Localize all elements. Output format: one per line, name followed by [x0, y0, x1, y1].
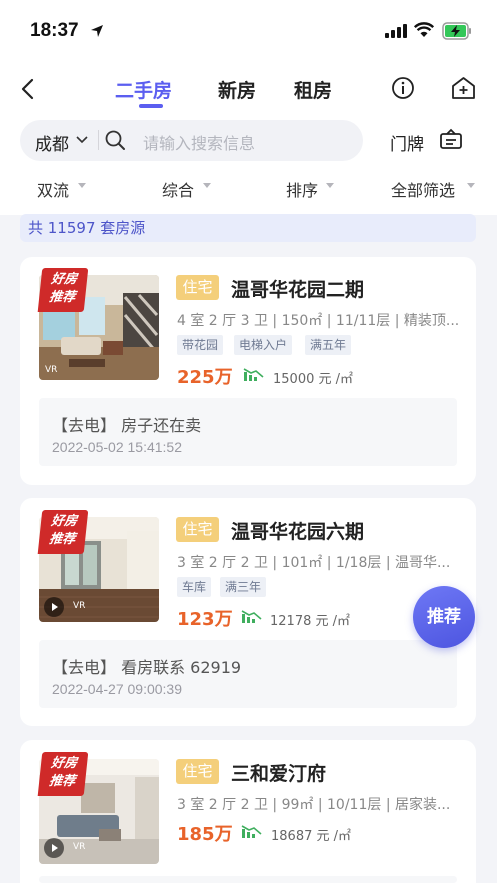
play-video-icon[interactable]	[44, 838, 64, 858]
battery-charging-icon	[442, 22, 471, 40]
note-text: 【去电】 房子还在卖	[52, 416, 202, 435]
caret-down-icon	[78, 183, 86, 188]
note-date: 2022-04-27 09:00:39	[52, 681, 182, 697]
feature-tag: 带花园	[177, 335, 224, 355]
filter-all[interactable]: 全部筛选	[391, 177, 455, 201]
recommend-button[interactable]: 推荐	[413, 586, 475, 648]
caret-down-icon	[326, 183, 334, 188]
status-time: 18:37	[30, 20, 79, 41]
listing-description: 4 室 2 厅 3 卫 | 150㎡ | 11/11层 | 精装顶...	[177, 313, 460, 329]
badge-line-2: 推荐	[48, 532, 76, 547]
caret-down-icon	[467, 183, 475, 188]
badge-line-1: 好房	[50, 514, 78, 529]
good-house-badge: 好房 推荐	[37, 268, 89, 312]
caret-down-icon	[203, 183, 211, 188]
badge-line-1: 好房	[50, 756, 78, 771]
price-trend-icon	[243, 368, 264, 381]
search-divider	[98, 130, 99, 150]
play-video-icon[interactable]	[44, 597, 64, 617]
listing-price: 185万	[177, 824, 233, 845]
listing-title: 温哥华花园六期	[231, 521, 365, 543]
info-icon[interactable]	[391, 76, 415, 100]
feature-tag: 车库	[177, 577, 212, 597]
door-number-button[interactable]: 门牌	[390, 130, 424, 155]
filter-order[interactable]: 排序	[286, 177, 318, 201]
unit-price: 18687 元 /㎡	[271, 829, 351, 844]
good-house-badge: 好房 推荐	[37, 510, 89, 554]
location-arrow-icon	[91, 25, 103, 37]
feature-tag: 满五年	[305, 335, 352, 355]
property-type-tag: 住宅	[176, 759, 219, 784]
tab-new-house[interactable]: 新房	[218, 76, 256, 103]
door-plate-icon[interactable]	[439, 127, 463, 151]
tab-second-hand[interactable]: 二手房	[115, 76, 172, 103]
search-input[interactable]: 请输入搜索信息	[143, 130, 255, 154]
feature-tag: 电梯入户	[234, 335, 293, 355]
listing-description: 3 室 2 厅 2 卫 | 101㎡ | 1/18层 | 温哥华...	[177, 555, 451, 571]
listing-count: 共 11597 套房源	[28, 219, 146, 237]
unit-price: 15000 元 /㎡	[273, 372, 353, 387]
active-tab-indicator	[139, 104, 163, 108]
listing-title: 三和爱汀府	[231, 763, 327, 785]
vr-label: VR	[73, 842, 86, 852]
city-selector[interactable]: 成都	[35, 130, 69, 155]
home-add-icon[interactable]	[450, 75, 477, 101]
price-trend-icon	[241, 610, 262, 623]
vr-label: VR	[73, 601, 86, 611]
badge-line-2: 推荐	[48, 290, 76, 305]
property-type-tag: 住宅	[176, 517, 219, 542]
property-type-tag: 住宅	[176, 275, 219, 300]
note-date: 2022-05-02 15:41:52	[52, 439, 182, 455]
listing-price: 123万	[177, 609, 233, 630]
chevron-down-icon[interactable]	[76, 136, 88, 144]
feature-tag: 满三年	[220, 577, 267, 597]
price-trend-icon	[241, 825, 262, 838]
note-text: 【去电】 看房联系 62919	[52, 658, 242, 677]
listing-title: 温哥华花园二期	[231, 279, 365, 301]
listing-price: 225万	[177, 367, 233, 388]
good-house-badge: 好房 推荐	[37, 752, 89, 796]
listing-description: 3 室 2 厅 2 卫 | 99㎡ | 10/11层 | 居家装...	[177, 797, 451, 813]
badge-line-1: 好房	[50, 272, 78, 287]
search-icon	[105, 130, 125, 150]
follow-up-note	[39, 876, 457, 883]
badge-line-2: 推荐	[48, 774, 76, 789]
listing-count-banner: 共 11597 套房源	[20, 214, 476, 242]
tab-rental[interactable]: 租房	[294, 76, 332, 103]
filter-district[interactable]: 双流	[37, 177, 69, 201]
unit-price: 12178 元 /㎡	[270, 614, 350, 629]
vr-label: VR	[45, 365, 58, 375]
cellular-signal-icon	[385, 24, 407, 38]
filter-sort-overall[interactable]: 综合	[162, 177, 194, 201]
wifi-icon	[414, 22, 434, 37]
back-arrow-icon[interactable]	[18, 77, 40, 101]
